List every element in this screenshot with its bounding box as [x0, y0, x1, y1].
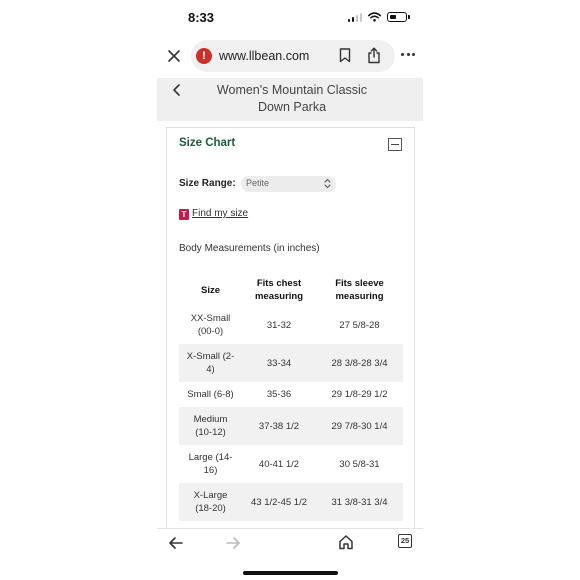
size-cell-line2: 4) — [206, 364, 215, 375]
table-row: XX-Small (00-0) 31-32 27 5/8-28 — [179, 306, 403, 344]
column-header-chest: Fits chest measuring — [242, 274, 316, 306]
sleeve-cell: 28 3/8-28 3/4 — [316, 344, 403, 382]
column-header-sleeve: Fits sleeve measuring — [316, 274, 403, 306]
chest-cell: 43 1/2-45 1/2 — [242, 483, 316, 521]
size-cell: Small (6-8) — [179, 382, 242, 407]
cellular-signal-icon — [347, 12, 362, 22]
url-text[interactable]: www.llbean.com — [219, 49, 309, 63]
size-chart-heading: Size Chart — [179, 137, 236, 149]
column-header-sleeve-line2: measuring — [335, 291, 384, 302]
table-row: Medium (10-12) 37-38 1/2 29 7/8-30 1/4 — [179, 407, 403, 445]
size-cell-line2: 16) — [203, 465, 218, 476]
chest-cell: 33-34 — [242, 344, 316, 382]
share-icon[interactable] — [367, 47, 381, 64]
size-cell: XX-Small (00-0) — [179, 306, 242, 344]
size-cell-line2: (00-0) — [197, 326, 224, 337]
chest-cell: 31-32 — [266, 319, 292, 331]
fit-predictor-icon: T — [179, 209, 189, 220]
size-cell-line2: (10-12) — [195, 427, 226, 438]
product-title-line1: Women's Mountain Classic — [216, 83, 368, 97]
size-cell: X-Small (2- 4) — [179, 344, 242, 382]
size-table: Size Fits chest measuring Fits sleeve me… — [179, 274, 403, 521]
table-header-row: Size Fits chest measuring Fits sleeve me… — [179, 274, 403, 306]
size-cell: Large (14- 16) — [179, 445, 242, 483]
size-cell-line1: XX-Small — [190, 313, 231, 324]
wifi-icon — [368, 12, 381, 22]
status-bar: 8:33 — [157, 0, 423, 36]
column-header-size: Size — [179, 274, 242, 306]
size-range-value: Petite — [246, 178, 270, 188]
table-row: Small (6-8) 35-36 29 1/8-29 1/2 — [179, 382, 403, 407]
size-cell-line2: (18-20) — [195, 503, 226, 514]
battery-icon — [387, 12, 410, 22]
size-cell-line1: X-Small (2- — [186, 351, 235, 362]
status-icons — [347, 12, 410, 22]
table-row: X-Large (18-20) 43 1/2-45 1/2 31 3/8-31 … — [179, 483, 403, 521]
product-title: Women's Mountain Classic Down Parka — [197, 82, 387, 116]
arrow-left-icon[interactable] — [168, 536, 184, 550]
home-icon[interactable] — [338, 534, 354, 550]
chest-cell: 35-36 — [266, 389, 292, 400]
size-range-label: Size Range: — [179, 178, 236, 189]
size-range-select[interactable]: Petite — [241, 176, 336, 192]
browser-url-bar: ! www.llbean.com — [157, 38, 423, 74]
table-row: Large (14- 16) 40-41 1/2 30 5/8-31 — [179, 445, 403, 483]
size-cell-line1: Small (6-8) — [187, 389, 234, 400]
body-measurements-label: Body Measurements (in inches) — [179, 243, 320, 254]
chest-cell: 40-41 1/2 — [258, 458, 300, 470]
arrow-right-icon[interactable] — [225, 536, 241, 550]
size-cell: X-Large (18-20) — [179, 483, 242, 521]
address-field[interactable]: ! www.llbean.com — [191, 40, 395, 72]
browser-toolbar: 25 — [157, 528, 423, 580]
find-my-size-link[interactable]: Find my size — [192, 208, 248, 219]
sleeve-cell: 29 1/8-29 1/2 — [331, 389, 388, 400]
column-header-chest-line1: Fits chest — [256, 278, 302, 289]
size-cell-line1: Medium — [193, 414, 228, 425]
phone-screen: 8:33 ! www.llbean.com Women's Mountain C… — [157, 0, 423, 580]
size-cell-line1: X-Large — [193, 490, 228, 501]
warning-icon[interactable]: ! — [196, 48, 212, 64]
home-indicator[interactable] — [243, 571, 338, 575]
close-button[interactable] — [165, 47, 183, 65]
sleeve-cell: 29 7/8-30 1/4 — [316, 407, 403, 445]
close-icon — [168, 50, 180, 62]
minus-icon[interactable] — [388, 138, 402, 151]
column-header-size-text: Size — [200, 284, 220, 296]
chest-cell: 37-38 1/2 — [242, 407, 316, 445]
size-cell-line1: Large (14- — [188, 452, 233, 463]
table-row: X-Small (2- 4) 33-34 28 3/8-28 3/4 — [179, 344, 403, 382]
status-time: 8:33 — [188, 10, 215, 25]
chevron-updown-icon — [324, 178, 331, 189]
chevron-left-icon[interactable] — [171, 82, 183, 98]
size-chart-panel: Size Chart Size Range: Petite T Find my … — [166, 127, 415, 547]
bookmark-icon[interactable] — [339, 48, 351, 63]
tabs-icon[interactable]: 25 — [398, 534, 412, 548]
product-header: Women's Mountain Classic Down Parka — [157, 78, 423, 121]
more-icon[interactable] — [401, 53, 415, 56]
column-header-chest-line2: measuring — [254, 291, 304, 302]
sleeve-cell: 31 3/8-31 3/4 — [316, 483, 403, 521]
size-cell: Medium (10-12) — [179, 407, 242, 445]
product-title-line2: Down Parka — [257, 100, 327, 114]
sleeve-cell: 30 5/8-31 — [339, 458, 380, 470]
sleeve-cell: 27 5/8-28 — [339, 319, 380, 331]
column-header-sleeve-line1: Fits sleeve — [335, 278, 384, 289]
